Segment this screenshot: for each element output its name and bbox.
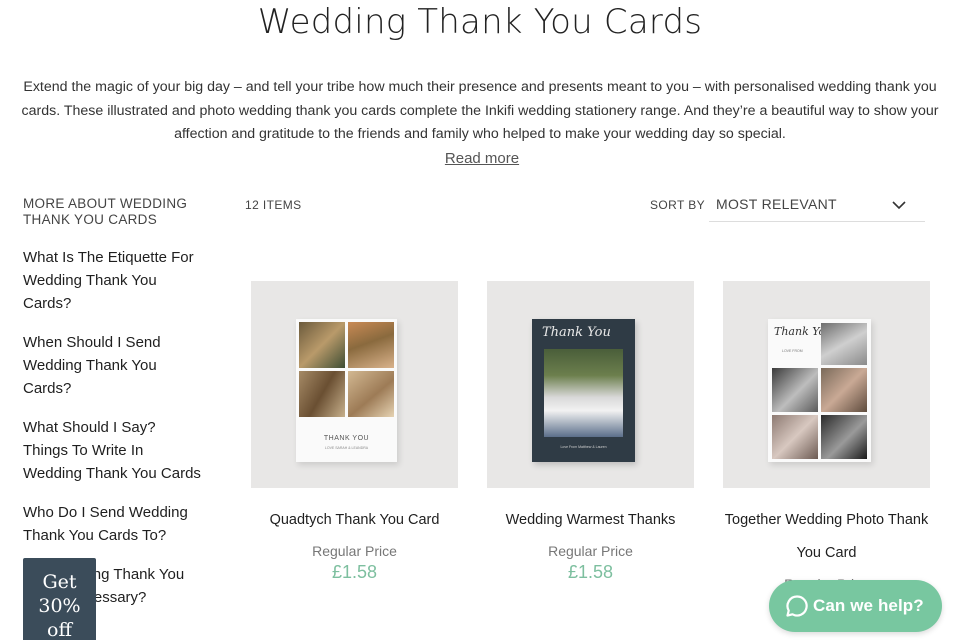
price-label: Regular Price: [312, 543, 397, 559]
sidebar-link-when-to-send[interactable]: When Should I Send Wedding Thank You Car…: [23, 331, 203, 400]
sidebar-link-what-to-say[interactable]: What Should I Say? Things To Write In We…: [23, 416, 203, 485]
chevron-down-icon: [892, 201, 906, 210]
card-mockup: Thank You Love From Matthew & Lauren: [532, 319, 635, 462]
card-mockup: THANK YOU LOVE SARAH & LEANDRA: [296, 319, 397, 462]
read-more-link[interactable]: Read more: [0, 150, 960, 167]
chat-bubble-icon: [786, 595, 808, 617]
page-title: Wedding Thank You Cards: [257, 2, 703, 42]
card-title-text: Thank You: [542, 325, 611, 340]
card-mockup: Thank You LOVE FROM: [768, 319, 871, 462]
promo-line-2: 30%: [38, 595, 81, 617]
product-price: £1.58: [331, 562, 378, 582]
product-name[interactable]: Wedding Warmest Thanks: [487, 504, 694, 537]
card-title-text: THANK YOU: [323, 435, 370, 442]
sidebar-heading: MORE ABOUT WEDDING THANK YOU CARDS: [23, 196, 188, 227]
promo-line-1: Get: [42, 571, 77, 593]
card-subtitle-text: LOVE FROM: [782, 349, 803, 353]
chat-help-button[interactable]: Can we help?: [769, 580, 942, 632]
card-subtitle-text: Love From Matthew & Lauren: [560, 445, 607, 449]
promo-line-3: off: [47, 619, 72, 640]
product-name[interactable]: Quadtych Thank You Card: [251, 504, 458, 537]
product-name[interactable]: Together Wedding Photo Thank You Card: [723, 504, 930, 570]
product-card[interactable]: Thank You LOVE FROM Together Wedding Pho…: [723, 281, 930, 592]
product-card[interactable]: Thank You Love From Matthew & Lauren Wed…: [487, 281, 694, 583]
product-image[interactable]: Thank You Love From Matthew & Lauren: [487, 281, 694, 488]
card-subtitle-text: LOVE SARAH & LEANDRA: [324, 446, 369, 450]
sort-selected-value: MOST RELEVANT: [716, 196, 837, 212]
sort-label: SORT BY: [650, 198, 706, 212]
sidebar-link-who-to-send[interactable]: Who Do I Send Wedding Thank You Cards To…: [23, 501, 203, 547]
product-image[interactable]: Thank You LOVE FROM: [723, 281, 930, 488]
category-description: Extend the magic of your big day – and t…: [21, 79, 939, 142]
sort-dropdown[interactable]: MOST RELEVANT: [709, 188, 925, 222]
sidebar-link-etiquette[interactable]: What Is The Etiquette For Wedding Thank …: [23, 246, 203, 315]
product-image[interactable]: THANK YOU LOVE SARAH & LEANDRA: [251, 281, 458, 488]
item-count: 12 ITEMS: [245, 198, 302, 212]
chat-label: Can we help?: [813, 596, 924, 615]
discount-promo-tab[interactable]: Get 30% off: [23, 558, 96, 640]
price-label: Regular Price: [548, 543, 633, 559]
product-card[interactable]: THANK YOU LOVE SARAH & LEANDRA Quadtych …: [251, 281, 458, 583]
product-price: £1.58: [567, 562, 614, 582]
